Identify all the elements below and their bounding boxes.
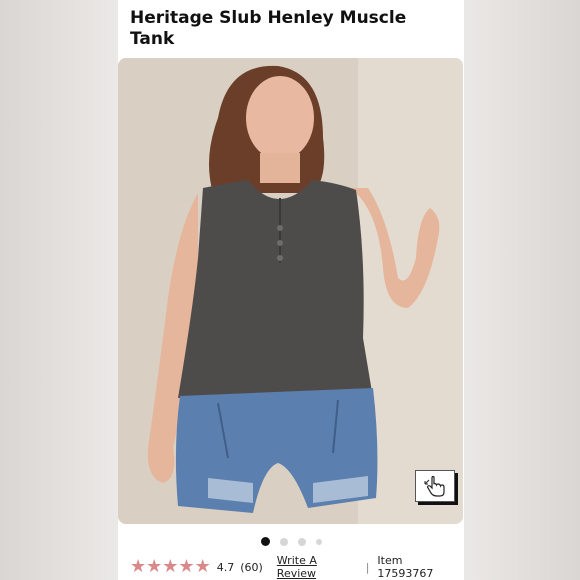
review-summary: ★ ★ ★ ★ ★ 4.7 (60) Write A Review | Item… — [130, 554, 460, 580]
star-icon: ★ — [162, 556, 179, 577]
pointer-hand-zoom-icon — [424, 475, 445, 497]
rating-value: 4.7 — [216, 560, 235, 574]
carousel-dot-active[interactable] — [260, 537, 270, 546]
star-rating: ★ ★ ★ ★ ★ — [130, 558, 211, 576]
model-photo — [118, 58, 463, 524]
write-review-link[interactable]: Write A Review — [277, 554, 358, 580]
star-icon: ★ — [146, 556, 163, 577]
carousel-dot[interactable] — [297, 537, 306, 546]
separator: | — [365, 560, 370, 574]
zoom-button[interactable] — [415, 470, 455, 502]
carousel-indicators — [118, 537, 464, 546]
product-title: Heritage Slub Henley Muscle Tank — [130, 8, 407, 49]
star-icon: ★ — [178, 556, 195, 577]
star-icon: ★ — [194, 556, 211, 577]
product-image[interactable] — [118, 58, 463, 524]
carousel-dot[interactable] — [279, 537, 288, 546]
star-icon: ★ — [130, 556, 147, 577]
carousel-dot[interactable] — [315, 538, 322, 545]
blurred-backdrop-right — [462, 0, 580, 580]
blurred-backdrop-left — [0, 0, 118, 580]
item-number: Item 17593767 — [377, 554, 434, 580]
product-card: Heritage Slub Henley Muscle Tank ★ ★ ★ ★… — [118, 0, 464, 580]
review-count: (60) — [240, 560, 263, 574]
